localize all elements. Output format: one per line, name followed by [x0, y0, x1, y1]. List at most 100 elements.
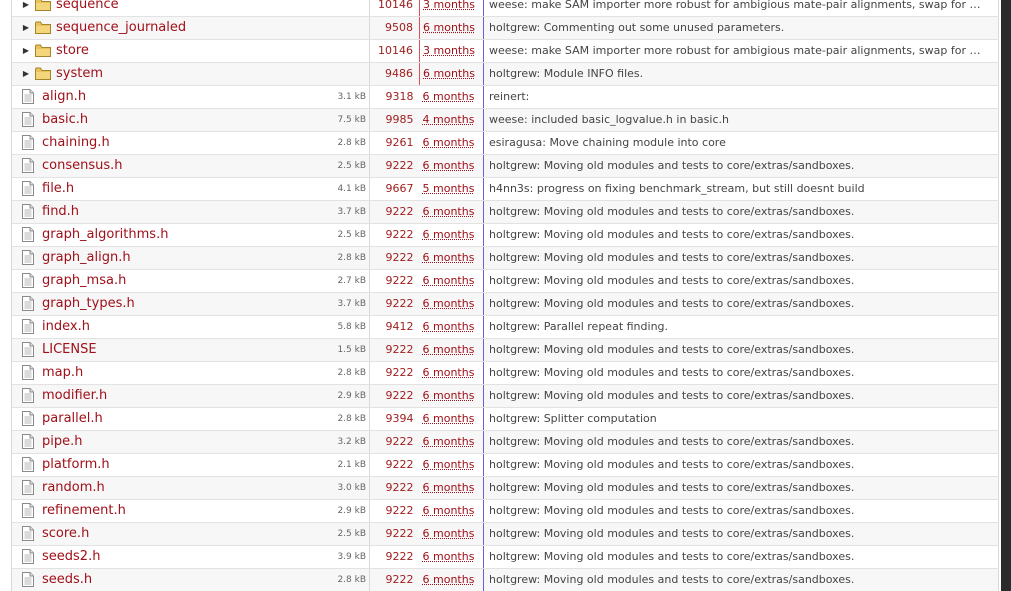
- file-name-link[interactable]: map.h: [42, 365, 83, 380]
- text-file-icon: [22, 503, 34, 518]
- file-name-link[interactable]: modifier.h: [42, 388, 107, 403]
- file-name-link[interactable]: pipe.h: [42, 434, 83, 449]
- age-link[interactable]: 6 months: [423, 205, 475, 218]
- directory-row[interactable]: ▶ sequence_journaled 9508 6 months holtg…: [11, 16, 999, 40]
- file-name-link[interactable]: random.h: [42, 480, 105, 495]
- file-row[interactable]: pipe.h 3.2 kB 9222 6 months holtgrew: Mo…: [11, 430, 999, 454]
- file-name-link[interactable]: index.h: [42, 319, 90, 334]
- name-cell: graph_align.h: [11, 246, 324, 270]
- file-name-link[interactable]: seeds2.h: [42, 549, 100, 564]
- size-cell: 2.5 kB: [324, 154, 370, 178]
- age-link[interactable]: 6 months: [423, 297, 475, 310]
- directory-name-link[interactable]: sequence: [56, 0, 119, 12]
- age-link[interactable]: 6 months: [423, 228, 475, 241]
- commit-message-cell: holtgrew: Parallel repeat finding.: [483, 315, 999, 339]
- age-link[interactable]: 6 months: [423, 481, 475, 494]
- file-name-link[interactable]: graph_align.h: [42, 250, 131, 265]
- file-name-link[interactable]: graph_algorithms.h: [42, 227, 168, 242]
- commit-message-cell: holtgrew: Moving old modules and tests t…: [483, 292, 999, 316]
- file-name-link[interactable]: refinement.h: [42, 503, 126, 518]
- file-row[interactable]: platform.h 2.1 kB 9222 6 months holtgrew…: [11, 453, 999, 477]
- file-row[interactable]: parallel.h 2.8 kB 9394 6 months holtgrew…: [11, 407, 999, 431]
- commit-message-cell: weese: included basic_logvalue.h in basi…: [483, 108, 999, 132]
- file-row[interactable]: random.h 3.0 kB 9222 6 months holtgrew: …: [11, 476, 999, 500]
- age-link[interactable]: 6 months: [423, 159, 475, 172]
- file-row[interactable]: find.h 3.7 kB 9222 6 months holtgrew: Mo…: [11, 200, 999, 224]
- file-row[interactable]: refinement.h 2.9 kB 9222 6 months holtgr…: [11, 499, 999, 523]
- age-link[interactable]: 6 months: [423, 67, 475, 80]
- age-link[interactable]: 3 months: [423, 0, 475, 11]
- file-row[interactable]: seeds2.h 3.9 kB 9222 6 months holtgrew: …: [11, 545, 999, 569]
- age-link[interactable]: 6 months: [423, 573, 475, 586]
- file-name-link[interactable]: find.h: [42, 204, 79, 219]
- file-row[interactable]: LICENSE 1.5 kB 9222 6 months holtgrew: M…: [11, 338, 999, 362]
- directory-name-link[interactable]: system: [56, 66, 103, 81]
- directory-row[interactable]: ▶ store 10146 3 months weese: make SAM i…: [11, 39, 999, 63]
- name-cell: pipe.h: [11, 430, 324, 454]
- size-cell: 2.8 kB: [324, 131, 370, 155]
- age-link[interactable]: 6 months: [423, 343, 475, 356]
- age-link[interactable]: 6 months: [423, 366, 475, 379]
- triangle-right-icon[interactable]: ▶: [21, 40, 31, 62]
- file-row[interactable]: align.h 3.1 kB 9318 6 months reinert:: [11, 85, 999, 109]
- file-browser: ▶ sequence 10146 3 months weese: make SA…: [0, 0, 1011, 591]
- age-link[interactable]: 6 months: [423, 274, 475, 287]
- age-link[interactable]: 6 months: [423, 504, 475, 517]
- age-cell: 6 months: [419, 568, 484, 591]
- file-row[interactable]: basic.h 7.5 kB 9985 4 months weese: incl…: [11, 108, 999, 132]
- file-name-link[interactable]: score.h: [42, 526, 89, 541]
- file-row[interactable]: graph_align.h 2.8 kB 9222 6 months holtg…: [11, 246, 999, 270]
- file-name-link[interactable]: parallel.h: [42, 411, 103, 426]
- age-link[interactable]: 6 months: [423, 251, 475, 264]
- age-link[interactable]: 5 months: [423, 182, 475, 195]
- file-row[interactable]: graph_types.h 3.7 kB 9222 6 months holtg…: [11, 292, 999, 316]
- age-link[interactable]: 4 months: [423, 113, 475, 126]
- age-link[interactable]: 6 months: [423, 389, 475, 402]
- file-name-link[interactable]: LICENSE: [42, 342, 97, 357]
- file-name-link[interactable]: platform.h: [42, 457, 110, 472]
- file-row[interactable]: score.h 2.5 kB 9222 6 months holtgrew: M…: [11, 522, 999, 546]
- commit-message-cell: esiragusa: Move chaining module into cor…: [483, 131, 999, 155]
- age-link[interactable]: 6 months: [423, 458, 475, 471]
- age-link[interactable]: 6 months: [423, 412, 475, 425]
- file-name-link[interactable]: consensus.h: [42, 158, 123, 173]
- file-row[interactable]: graph_msa.h 2.7 kB 9222 6 months holtgre…: [11, 269, 999, 293]
- file-name-link[interactable]: seeds.h: [42, 572, 92, 587]
- age-link[interactable]: 3 months: [423, 44, 475, 57]
- directory-name-link[interactable]: store: [56, 43, 89, 58]
- file-name-link[interactable]: graph_msa.h: [42, 273, 126, 288]
- directory-row[interactable]: ▶ system 9486 6 months holtgrew: Module …: [11, 62, 999, 86]
- file-row[interactable]: map.h 2.8 kB 9222 6 months holtgrew: Mov…: [11, 361, 999, 385]
- file-row[interactable]: seeds.h 2.8 kB 9222 6 months holtgrew: M…: [11, 568, 999, 591]
- file-name-link[interactable]: file.h: [42, 181, 74, 196]
- age-link[interactable]: 6 months: [423, 21, 475, 34]
- age-link[interactable]: 6 months: [423, 550, 475, 563]
- name-cell: ▶ store: [11, 39, 324, 63]
- commit-message-cell: holtgrew: Moving old modules and tests t…: [483, 522, 999, 546]
- file-name-link[interactable]: graph_types.h: [42, 296, 135, 311]
- triangle-right-icon[interactable]: ▶: [21, 63, 31, 85]
- directory-row[interactable]: ▶ sequence 10146 3 months weese: make SA…: [11, 0, 999, 17]
- revision-cell: 9222: [369, 499, 420, 523]
- file-row[interactable]: graph_algorithms.h 2.5 kB 9222 6 months …: [11, 223, 999, 247]
- age-link[interactable]: 6 months: [423, 435, 475, 448]
- text-file-icon: [22, 227, 34, 242]
- age-cell: 6 months: [419, 338, 484, 362]
- file-row[interactable]: file.h 4.1 kB 9667 5 months h4nn3s: prog…: [11, 177, 999, 201]
- file-row[interactable]: index.h 5.8 kB 9412 6 months holtgrew: P…: [11, 315, 999, 339]
- triangle-right-icon[interactable]: ▶: [21, 17, 31, 39]
- triangle-right-icon[interactable]: ▶: [21, 0, 31, 15]
- file-name-link[interactable]: chaining.h: [42, 135, 110, 150]
- directory-name-link[interactable]: sequence_journaled: [56, 20, 186, 35]
- file-row[interactable]: consensus.h 2.5 kB 9222 6 months holtgre…: [11, 154, 999, 178]
- file-name-link[interactable]: align.h: [42, 89, 86, 104]
- age-cell: 6 months: [419, 269, 484, 293]
- age-link[interactable]: 6 months: [423, 320, 475, 333]
- revision-cell: 9222: [369, 292, 420, 316]
- age-link[interactable]: 6 months: [423, 136, 475, 149]
- age-link[interactable]: 6 months: [423, 90, 475, 103]
- file-row[interactable]: modifier.h 2.9 kB 9222 6 months holtgrew…: [11, 384, 999, 408]
- file-name-link[interactable]: basic.h: [42, 112, 88, 127]
- file-row[interactable]: chaining.h 2.8 kB 9261 6 months esiragus…: [11, 131, 999, 155]
- age-link[interactable]: 6 months: [423, 527, 475, 540]
